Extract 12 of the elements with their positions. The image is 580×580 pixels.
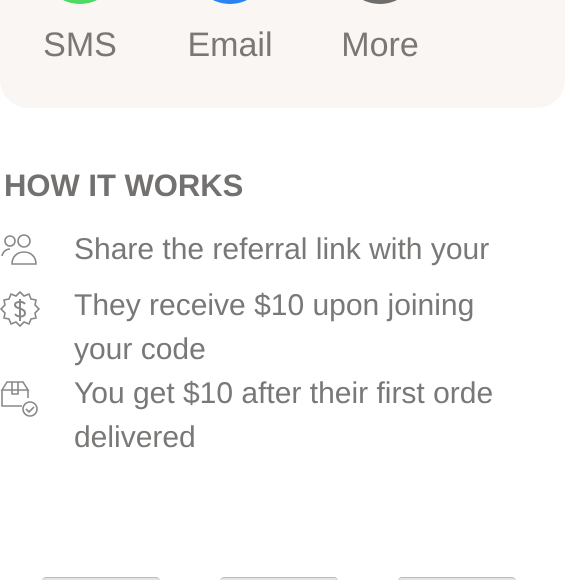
step-text: You get $10 after their first orde (74, 376, 494, 412)
people-icon (0, 234, 40, 268)
step-text: Share the referral link with your (74, 232, 490, 268)
step-text: They receive $10 upon joining (74, 288, 474, 324)
share-label[interactable]: Email (187, 26, 273, 65)
section-heading: HOW IT WORKS (4, 168, 244, 204)
step-text: delivered (74, 420, 197, 456)
dollar-badge-icon (0, 290, 40, 330)
share-label[interactable]: SMS (43, 26, 117, 65)
share-label[interactable]: More (341, 26, 419, 65)
package-check-icon (0, 378, 40, 418)
step-text: your code (74, 332, 207, 368)
